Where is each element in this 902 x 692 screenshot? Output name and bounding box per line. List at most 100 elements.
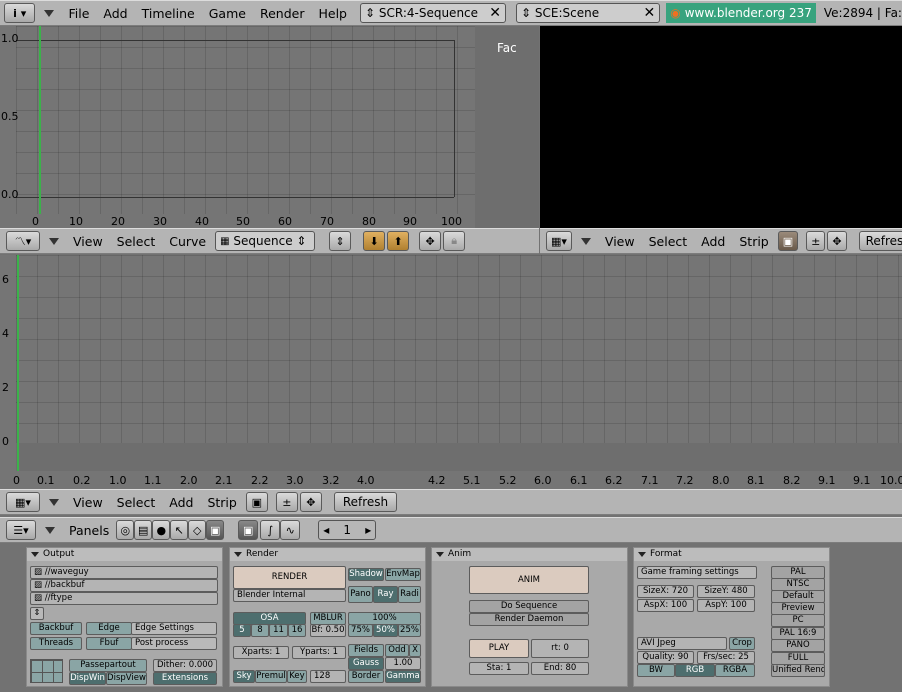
panels-menu[interactable]: Panels [62,523,116,538]
collapse-menu-arrow-icon[interactable] [49,498,59,506]
buttons-window-type-button[interactable]: ☰▾ [6,520,36,540]
menu-curve[interactable]: Curve [162,234,213,249]
menu-view[interactable]: View [66,495,110,510]
preview-window-type-button[interactable]: ▦▾ [546,231,572,251]
play-button[interactable]: PLAY [469,639,529,658]
rgba-toggle[interactable]: RGBA [715,664,755,677]
gamma-toggle[interactable]: Gamma [385,670,421,683]
menu-add[interactable]: Add [96,6,134,21]
menu-add[interactable]: Add [694,234,732,249]
bw-toggle[interactable]: BW [637,664,675,677]
shadow-toggle[interactable]: Shadow [348,568,384,581]
view-all-icon[interactable]: ✥ [419,231,442,251]
output-path-field[interactable]: ▨ //waveguy [30,566,218,579]
pano-toggle[interactable]: Pano [348,586,373,603]
menu-help[interactable]: Help [311,6,354,21]
menu-select[interactable]: Select [642,234,695,249]
collapse-menu-arrow-icon[interactable] [49,237,59,245]
key-up-icon[interactable]: ⬆ [387,231,410,251]
quality-field[interactable]: Quality: 90 [637,651,694,664]
panel-title[interactable]: Format [634,548,829,561]
menu-add[interactable]: Add [162,495,200,510]
menu-view[interactable]: View [598,234,642,249]
preset-pano[interactable]: PANO [771,639,825,652]
backbuf-toggle[interactable]: Backbuf [30,622,82,635]
sequence-editor[interactable]: 6 4 2 0 0 0.1 0.2 1.0 1.1 2.0 2.1 2.2 3.… [0,255,902,489]
aspy-field[interactable]: AspY: 100 [697,599,755,612]
gauss-toggle[interactable]: Gauss [348,657,384,670]
size-75-toggle[interactable]: 75% [348,624,373,637]
sizey-field[interactable]: SizeY: 480 [697,585,755,598]
image-preview-icon[interactable]: ▣ [777,231,799,251]
ipo-editor[interactable]: 1.0 0.5 0.0 0 10 20 30 40 50 60 70 80 90… [0,26,475,228]
sequence-window-type-button[interactable]: ▦▾ [6,492,40,512]
border-toggle[interactable]: Border [348,670,384,683]
view-all-icon[interactable]: ✥ [299,492,322,512]
view-all-icon[interactable]: ✥ [827,231,847,251]
unified-render-toggle[interactable]: Unified Render [771,664,825,677]
end-frame-field[interactable]: End: 80 [531,662,589,675]
script-context-icon[interactable]: ▤ [134,520,153,540]
render-daemon-toggle[interactable]: Render Daemon [469,613,589,626]
panel-title[interactable]: Render [230,548,425,561]
screen-selector[interactable]: ⇕ SCR:4-Sequence ✕ [359,3,506,23]
blender-url[interactable]: ◉ www.blender.org 237 [666,3,816,23]
edge-settings-button[interactable]: Edge Settings [131,622,217,635]
x-toggle[interactable]: X [409,644,421,657]
osa-5-toggle[interactable]: 5 [233,624,251,637]
sound-tab-icon[interactable]: ∿ [280,520,301,540]
codec-select[interactable]: AVI Jpeg [637,637,727,650]
lock-icon[interactable]: 🔒︎ [443,231,466,251]
key-down-icon[interactable]: ⬇ [363,231,386,251]
dispview-toggle[interactable]: DispView [106,672,147,685]
refresh-button[interactable]: Refresh [333,492,398,512]
passepartout-toggle[interactable]: Passepartout [69,659,147,672]
channel-fac[interactable]: Fac [497,41,517,55]
object-context-icon[interactable]: ↖ [170,520,189,540]
sequence-preview[interactable] [540,26,902,228]
crop-toggle[interactable]: Crop [729,637,755,650]
yparts-field[interactable]: Yparts: 1 [292,646,346,659]
ipo-channel-list[interactable]: Fac [475,26,539,228]
render-tab-icon[interactable]: ▣ [238,520,259,540]
shading-context-icon[interactable]: ● [152,520,171,540]
info-window-type-button[interactable]: i ▾ [4,3,36,23]
current-frame-field[interactable]: ◂ 1 ▸ [318,520,377,540]
ipo-browse-button[interactable]: ⇕ [329,231,352,251]
preset-pc[interactable]: PC [771,614,825,627]
scene-context-icon[interactable]: ▣ [206,520,225,540]
menu-select[interactable]: Select [110,234,163,249]
bits-select[interactable]: 128 [310,670,346,683]
premul-toggle[interactable]: Premul [255,670,287,683]
panel-title[interactable]: Anim [432,548,627,561]
backbuf-path-field[interactable]: ▨ //backbuf [30,579,218,592]
menu-select[interactable]: Select [110,495,163,510]
menu-view[interactable]: View [66,234,110,249]
ray-toggle[interactable]: Ray [373,586,398,603]
fps-field[interactable]: Frs/sec: 25 [697,651,755,664]
osa-8-toggle[interactable]: 8 [251,624,269,637]
aspx-field[interactable]: AspX: 100 [637,599,694,612]
extensions-toggle[interactable]: Extensions [153,672,217,685]
sky-toggle[interactable]: Sky [233,670,255,683]
render-button[interactable]: RENDER [233,566,346,589]
osa-11-toggle[interactable]: 11 [269,624,288,637]
editing-context-icon[interactable]: ◇ [188,520,207,540]
dispwin-grid-icon[interactable] [30,659,63,683]
ftype-path-field[interactable]: ▨ //ftype [30,592,218,605]
blur-factor-field[interactable]: Bf: 0.50 [310,624,346,637]
post-process-button[interactable]: Post process [131,637,217,650]
panel-title[interactable]: Output [27,548,222,561]
browse-icon[interactable]: ⇕ [30,607,44,620]
rgb-toggle[interactable]: RGB [675,664,715,677]
envmap-toggle[interactable]: EnvMap [385,568,421,581]
refresh-button[interactable]: Refresh [858,231,902,251]
size-25-toggle[interactable]: 25% [398,624,421,637]
menu-game[interactable]: Game [202,6,253,21]
render-engine-select[interactable]: Blender Internal [233,589,346,602]
ipo-window-type-button[interactable]: 〽▾ [6,231,40,251]
anim-tab-icon[interactable]: ∫ [260,520,281,540]
ipo-type-selector[interactable]: ▦ Sequence ⇕ [215,231,316,251]
sizex-field[interactable]: SizeX: 720 [637,585,694,598]
collapse-menu-arrow-icon[interactable] [44,9,55,17]
